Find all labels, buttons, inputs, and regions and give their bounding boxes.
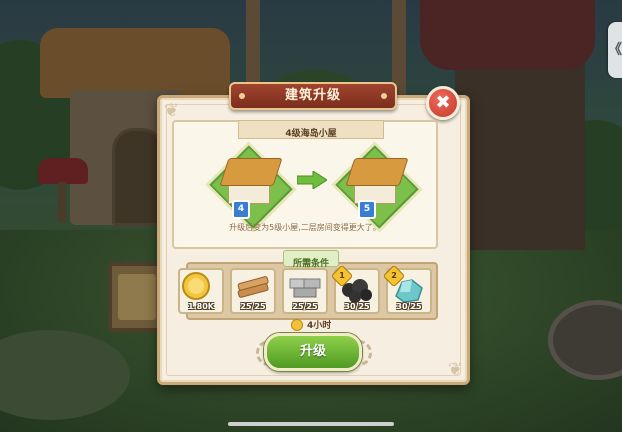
requirement-amount: 25/25: [292, 302, 318, 311]
upgrade-description: 升级后变为5级小屋,二层房间变得更大了。: [229, 223, 381, 232]
mailbox-post: [58, 182, 66, 222]
requirement-amount: 1.80K: [188, 302, 214, 311]
requirement-amount: 30/25: [396, 302, 422, 311]
mailbox: [38, 158, 88, 184]
requirement-slot-stone[interactable]: 25/25: [282, 268, 328, 314]
requirement-slot-wood[interactable]: 25/25: [230, 268, 276, 314]
upgrade-button[interactable]: 升级: [264, 333, 362, 371]
neighbor-house-roof: [40, 28, 230, 98]
home-indicator[interactable]: [228, 422, 394, 426]
requirement-amount: 25/25: [240, 302, 266, 311]
clock-icon: [291, 319, 303, 331]
next-house-image: 5: [330, 140, 420, 229]
dialog-title: 建筑升级: [284, 88, 341, 103]
corner-ornament-icon: ❦: [164, 100, 180, 121]
house-name: 4级海岛小屋: [285, 129, 337, 139]
requirement-slot-gold[interactable]: 1.80K: [178, 268, 224, 314]
close-button[interactable]: ✖: [426, 86, 460, 120]
corner-ornament-icon: ❦: [447, 359, 463, 380]
current-house-image: 4: [204, 140, 294, 229]
requirement-amount: 30/25: [344, 302, 370, 311]
upgrade-button-label: 升级: [299, 344, 326, 359]
dialog-title-banner: 建筑升级: [229, 82, 397, 110]
side-panel-toggle[interactable]: 《: [608, 22, 622, 78]
current-level-badge: 4: [232, 200, 250, 219]
duration-text: 4小时: [307, 321, 332, 331]
close-icon: ✖: [435, 92, 451, 113]
requirements-label: 所需条件: [283, 250, 339, 269]
upgrade-arrow-icon: [297, 171, 327, 189]
shed-wall: [455, 60, 585, 250]
next-level-badge: 5: [358, 200, 376, 219]
house-name-plate: 4级海岛小屋: [238, 120, 384, 139]
shed-roof: [420, 0, 595, 70]
